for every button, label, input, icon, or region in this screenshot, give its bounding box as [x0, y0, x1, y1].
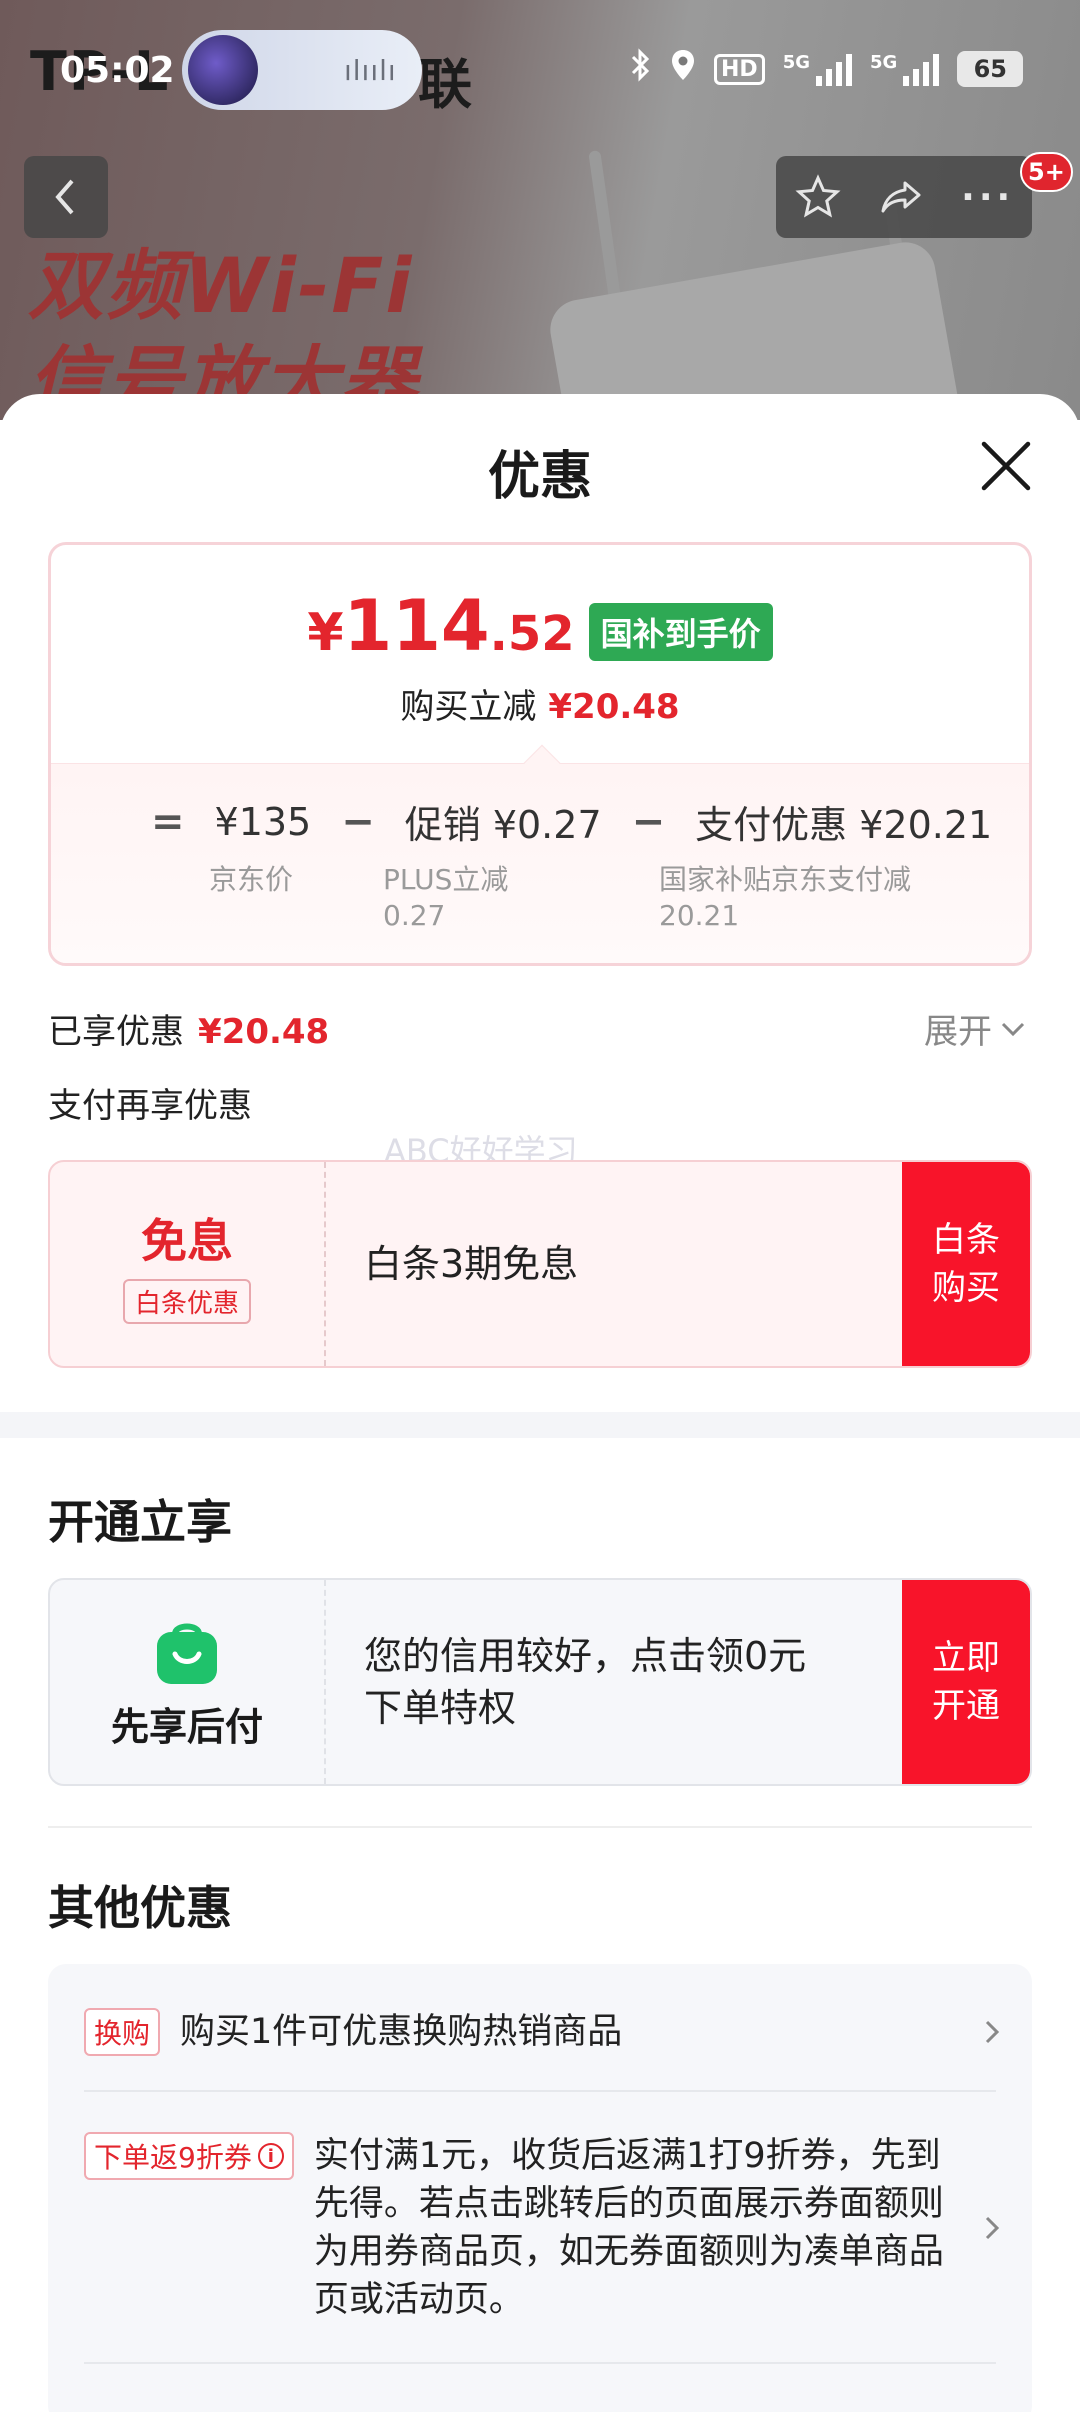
- chevron-left-icon: [55, 179, 74, 215]
- bluetooth-icon: [630, 48, 652, 90]
- pay-later-desc: 您的信用较好，点击领0元 下单特权: [364, 1634, 807, 1730]
- media-avatar: [188, 35, 258, 105]
- divider-line: [48, 1826, 1032, 1828]
- status-time: 05:02: [60, 50, 175, 91]
- coupon-text: 实付满1元，收货后返满1打9折券，先到先得。若点击跳转后的页面展示券面额则为用券…: [313, 2136, 944, 2320]
- top-action-bar: ···: [776, 156, 1032, 238]
- coupon-tag: 下单返9折券 i: [84, 2132, 294, 2180]
- baitiao-desc: 白条3期免息: [364, 1242, 579, 1286]
- pay-later-card[interactable]: 先享后付 您的信用较好，点击领0元 下单特权 立即 开通: [48, 1578, 1032, 1786]
- product-headline: 双频Wi-Fi 信号放大器: [28, 241, 418, 420]
- audio-wave-icon: ılıılı: [344, 53, 397, 87]
- message-count-badge: 5+: [1020, 152, 1073, 192]
- expand-toggle[interactable]: 展开: [924, 1004, 1026, 1053]
- close-icon[interactable]: [976, 436, 1036, 496]
- jd-price: ¥135: [214, 799, 312, 844]
- open-section-title: 开通立享: [48, 1495, 232, 1549]
- star-icon[interactable]: [794, 173, 842, 221]
- back-button[interactable]: [24, 156, 108, 238]
- chevron-right-icon: [985, 2216, 1000, 2240]
- payment-discount: 支付优惠 ¥20.21: [695, 803, 993, 847]
- baitiao-offer-card[interactable]: 免息 白条优惠 白条3期免息 白条 购买: [48, 1160, 1032, 1368]
- price-formula: = ¥135 − 促销 ¥0.27 − 支付优惠 ¥20.21: [151, 794, 992, 849]
- sheet-title: 优惠: [487, 447, 592, 507]
- list-item-exchange[interactable]: 换购 购买1件可优惠换购热销商品: [84, 2008, 1002, 2056]
- info-icon[interactable]: i: [257, 2143, 284, 2169]
- exchange-tag: 换购: [84, 2008, 161, 2056]
- chevron-right-icon: [985, 2020, 1000, 2044]
- brand-logo-suffix: 联: [418, 53, 472, 116]
- final-price: ¥114.52: [307, 585, 575, 667]
- pay-again-heading: 支付再享优惠: [48, 1086, 252, 1126]
- jd-price-label: 京东价: [209, 863, 294, 896]
- section-divider: [0, 1412, 1080, 1438]
- subsidy-price-tag: 国补到手价: [588, 603, 773, 661]
- more-icon[interactable]: ···: [961, 177, 1014, 218]
- promo-label: PLUS立减 0.27: [383, 863, 509, 932]
- promo-amount: 促销 ¥0.27: [404, 803, 602, 847]
- location-icon: [670, 48, 696, 90]
- signal-icon-2: 5G: [870, 52, 940, 86]
- status-icons: HD 5G 5G 65: [630, 48, 1024, 90]
- signal-icon-1: 5G: [783, 52, 852, 86]
- enjoyed-discount: 已享优惠 ¥20.48: [48, 1012, 330, 1052]
- pay-later-title: 先享后付: [110, 1704, 263, 1749]
- interest-free-title: 免息: [141, 1213, 233, 1268]
- list-item-coupon[interactable]: 下单返9折券 i 实付满1元，收货后返满1打9折券，先到先得。若点击跳转后的页面展…: [84, 2132, 1002, 2324]
- battery-icon: 65: [957, 51, 1024, 87]
- baitiao-buy-button[interactable]: 白条 购买: [902, 1162, 1030, 1366]
- chevron-down-icon: [1001, 1022, 1025, 1036]
- other-section-title: 其他优惠: [48, 1881, 232, 1935]
- shopping-bag-icon: [157, 1623, 217, 1684]
- share-icon[interactable]: [877, 173, 925, 221]
- list-separator: [84, 2090, 996, 2092]
- final-price-area: ¥114.52 国补到手价 购买立减 ¥20.48: [51, 545, 1029, 763]
- instant-discount: 购买立减 ¥20.48: [400, 687, 680, 727]
- hd-voice-icon: HD: [714, 53, 765, 85]
- price-breakdown-card: ¥114.52 国补到手价 购买立减 ¥20.48 = ¥135 − 促销 ¥0.…: [48, 542, 1032, 966]
- media-island[interactable]: ılıılı: [182, 30, 422, 110]
- list-separator: [84, 2362, 996, 2364]
- price-formula-area: = ¥135 − 促销 ¥0.27 − 支付优惠 ¥20.21 京东价 PLUS…: [51, 744, 1029, 963]
- baitiao-tag: 白条优惠: [122, 1278, 251, 1324]
- discount-sheet: 优惠 ¥114.52 国补到手价 购买立减 ¥20.48 = ¥135 − 促销 …: [0, 394, 1080, 2412]
- exchange-text: 购买1件可优惠换购热销商品: [180, 2012, 623, 2052]
- payment-label: 国家补贴京东支付减 20.21: [659, 863, 912, 932]
- other-offers-list: 换购 购买1件可优惠换购热销商品 下单返9折券 i 实付满1元，收货后返满1打9折…: [48, 1964, 1032, 2412]
- activate-button[interactable]: 立即 开通: [902, 1580, 1030, 1784]
